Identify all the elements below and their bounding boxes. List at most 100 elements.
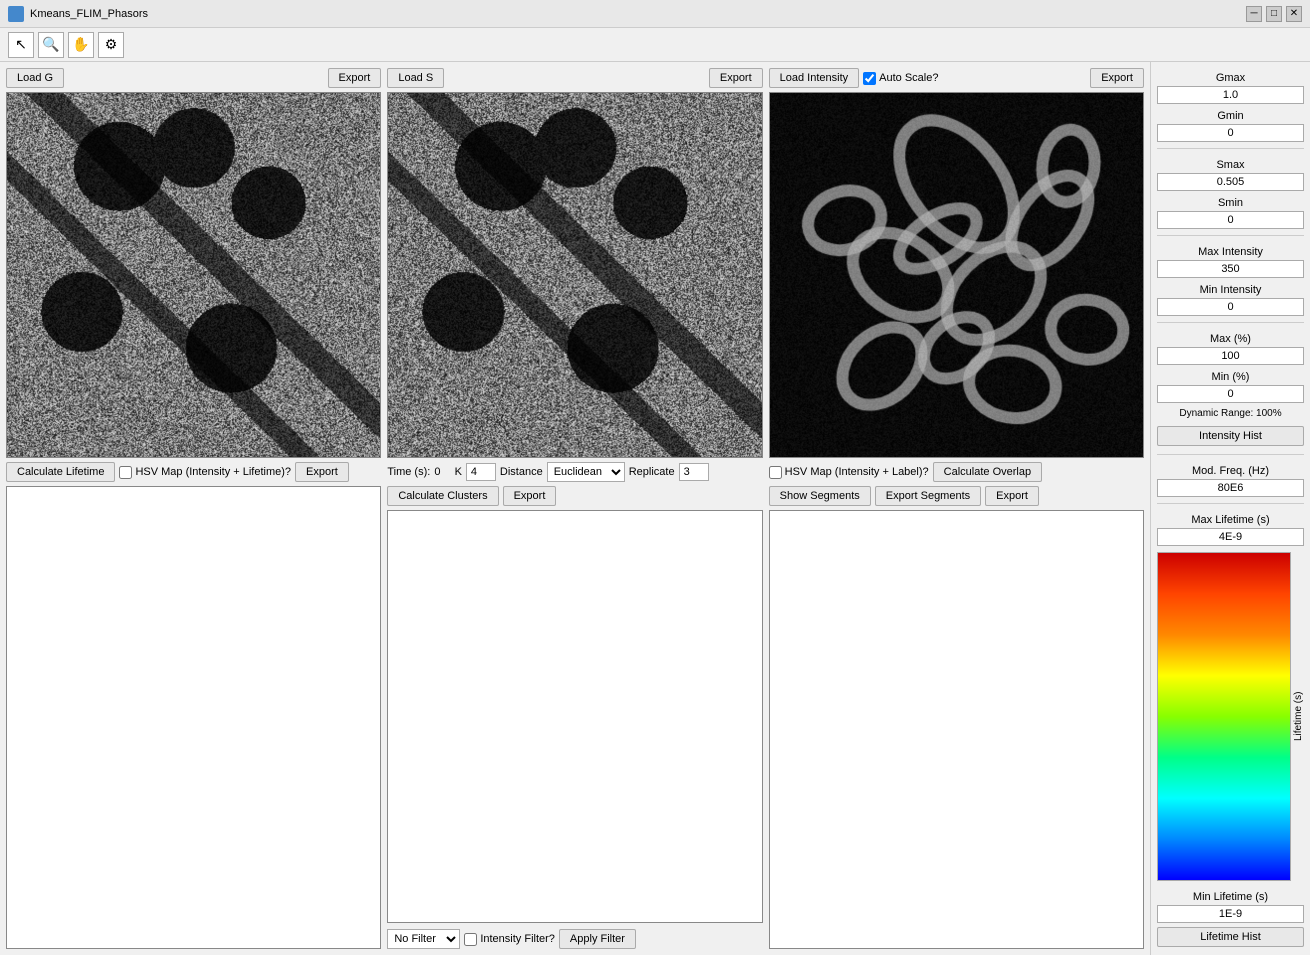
right-sidebar: Gmax Gmin Smax Smin Max Intensity Min In… — [1150, 62, 1310, 955]
bottom-row: Calculate Lifetime HSV Map (Intensity + … — [6, 462, 1144, 949]
toolbar: ↖ 🔍 ✋ ⚙ — [0, 28, 1310, 62]
calculate-overlap-button[interactable]: Calculate Overlap — [933, 462, 1042, 482]
sep-1 — [1157, 148, 1304, 149]
calculate-lifetime-button[interactable]: Calculate Lifetime — [6, 462, 115, 482]
auto-scale-label: Auto Scale? — [863, 72, 938, 85]
main-content: Load G Export Load S Export — [0, 62, 1310, 955]
close-button[interactable]: ✕ — [1286, 6, 1302, 22]
clusters-header: Time (s): 0 K Distance Euclidean Manhatt… — [387, 462, 762, 506]
clusters-panel: Time (s): 0 K Distance Euclidean Manhatt… — [387, 462, 762, 949]
lifetime-canvas — [6, 486, 381, 949]
cursor-tool[interactable]: ↖ — [8, 32, 34, 58]
mod-freq-label: Mod. Freq. (Hz) — [1157, 465, 1304, 477]
show-segments-button[interactable]: Show Segments — [769, 486, 871, 506]
window-title: Kmeans_FLIM_Phasors — [30, 8, 148, 20]
s-panel: Load S Export — [387, 68, 762, 458]
max-intensity-label: Max Intensity — [1157, 246, 1304, 258]
dynamic-range: Dynamic Range: 100% — [1157, 408, 1304, 419]
smin-label: Smin — [1157, 197, 1304, 209]
auto-scale-checkbox[interactable] — [863, 72, 876, 85]
segments-canvas — [769, 510, 1144, 949]
replicate-input[interactable] — [679, 463, 709, 481]
clusters-canvas — [387, 510, 762, 923]
max-lifetime-label: Max Lifetime (s) — [1157, 514, 1304, 526]
k-input[interactable] — [466, 463, 496, 481]
lifetime-header: Calculate Lifetime HSV Map (Intensity + … — [6, 462, 381, 482]
sep-2 — [1157, 235, 1304, 236]
export-g-button[interactable]: Export — [328, 68, 382, 88]
min-pct-label: Min (%) — [1157, 371, 1304, 383]
s-image-canvas — [387, 92, 762, 458]
minimize-button[interactable]: ─ — [1246, 6, 1262, 22]
zoom-in-tool[interactable]: 🔍 — [38, 32, 64, 58]
load-s-button[interactable]: Load S — [387, 68, 444, 88]
sep-4 — [1157, 454, 1304, 455]
app-icon — [8, 6, 24, 22]
max-lifetime-input[interactable] — [1157, 528, 1304, 546]
min-intensity-input[interactable] — [1157, 298, 1304, 316]
segments-header: HSV Map (Intensity + Label)? Calculate O… — [769, 462, 1144, 506]
color-bar-container: Lifetime (s) — [1157, 552, 1304, 881]
g-image-canvas — [6, 92, 381, 458]
gmin-input[interactable] — [1157, 124, 1304, 142]
time-label: Time (s): — [387, 466, 430, 478]
gmax-label: Gmax — [1157, 72, 1304, 84]
max-intensity-input[interactable] — [1157, 260, 1304, 278]
filter-select[interactable]: No Filter Gaussian Median Mean — [387, 929, 460, 949]
distance-label: Distance — [500, 466, 543, 478]
g-panel: Load G Export — [6, 68, 381, 458]
images-row: Load G Export Load S Export — [6, 68, 1144, 458]
distance-select[interactable]: Euclidean Manhattan Cosine — [547, 462, 625, 482]
max-pct-input[interactable] — [1157, 347, 1304, 365]
left-panel: Load G Export Load S Export — [0, 62, 1150, 955]
s-panel-header: Load S Export — [387, 68, 762, 88]
calculate-clusters-button[interactable]: Calculate Clusters — [387, 486, 498, 506]
intensity-panel: Load Intensity Auto Scale? Export — [769, 68, 1144, 458]
settings-tool[interactable]: ⚙ — [98, 32, 124, 58]
hsv-map-2-label: HSV Map (Intensity + Label)? — [769, 466, 929, 479]
apply-filter-button[interactable]: Apply Filter — [559, 929, 636, 949]
export-lifetime-button[interactable]: Export — [295, 462, 349, 482]
replicate-label: Replicate — [629, 466, 675, 478]
load-intensity-button[interactable]: Load Intensity — [769, 68, 860, 88]
intensity-filter-checkbox[interactable] — [464, 933, 477, 946]
gmax-input[interactable] — [1157, 86, 1304, 104]
sep-5 — [1157, 503, 1304, 504]
min-intensity-label: Min Intensity — [1157, 284, 1304, 296]
export-segments-button[interactable]: Export Segments — [875, 486, 981, 506]
segments-panel: HSV Map (Intensity + Label)? Calculate O… — [769, 462, 1144, 949]
min-pct-input[interactable] — [1157, 385, 1304, 403]
intensity-image-canvas — [769, 92, 1144, 458]
g-panel-header: Load G Export — [6, 68, 381, 88]
lifetime-hist-button[interactable]: Lifetime Hist — [1157, 927, 1304, 947]
maximize-button[interactable]: □ — [1266, 6, 1282, 22]
smax-input[interactable] — [1157, 173, 1304, 191]
max-pct-label: Max (%) — [1157, 333, 1304, 345]
hsv-map-2-checkbox[interactable] — [769, 466, 782, 479]
lifetime-panel: Calculate Lifetime HSV Map (Intensity + … — [6, 462, 381, 949]
smax-label: Smax — [1157, 159, 1304, 171]
lifetime-axis-label: Lifetime (s) — [1293, 552, 1304, 881]
load-g-button[interactable]: Load G — [6, 68, 64, 88]
export-segments-panel-button[interactable]: Export — [985, 486, 1039, 506]
intensity-panel-header: Load Intensity Auto Scale? Export — [769, 68, 1144, 88]
smin-input[interactable] — [1157, 211, 1304, 229]
hsv-map-1-checkbox[interactable] — [119, 466, 132, 479]
intensity-hist-button[interactable]: Intensity Hist — [1157, 426, 1304, 446]
time-value: 0 — [434, 466, 440, 478]
export-clusters-button[interactable]: Export — [503, 486, 557, 506]
min-lifetime-label: Min Lifetime (s) — [1157, 891, 1304, 903]
filter-row: No Filter Gaussian Median Mean Intensity… — [387, 929, 762, 949]
k-label: K — [455, 466, 462, 478]
sep-3 — [1157, 322, 1304, 323]
gmin-label: Gmin — [1157, 110, 1304, 122]
min-lifetime-input[interactable] — [1157, 905, 1304, 923]
intensity-filter-label: Intensity Filter? — [464, 933, 555, 946]
export-intensity-button[interactable]: Export — [1090, 68, 1144, 88]
pan-tool[interactable]: ✋ — [68, 32, 94, 58]
title-bar: Kmeans_FLIM_Phasors ─ □ ✕ — [0, 0, 1310, 28]
export-s-button[interactable]: Export — [709, 68, 763, 88]
mod-freq-input[interactable] — [1157, 479, 1304, 497]
hsv-map-1-label: HSV Map (Intensity + Lifetime)? — [119, 466, 291, 479]
lifetime-color-bar — [1157, 552, 1291, 881]
